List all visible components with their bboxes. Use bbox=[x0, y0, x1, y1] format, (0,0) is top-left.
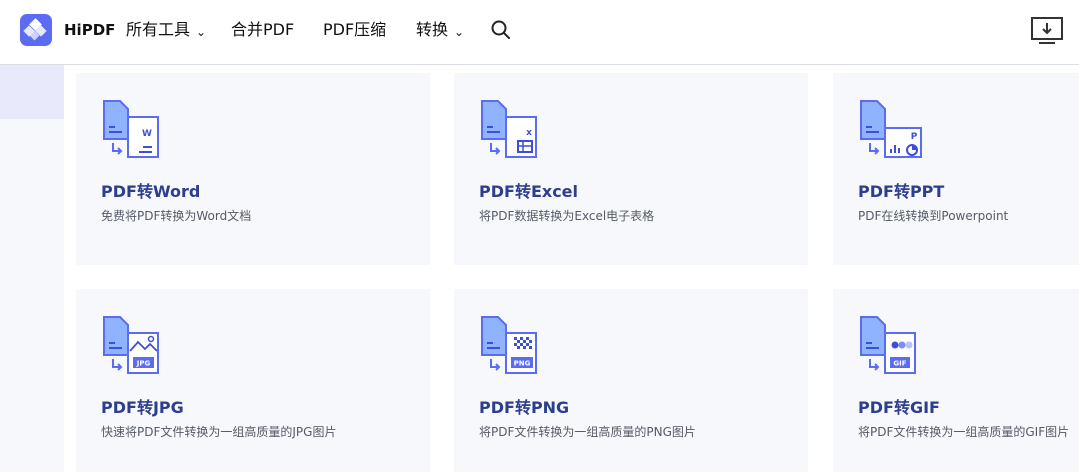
hipdf-logo[interactable] bbox=[20, 14, 52, 46]
left-sidebar bbox=[0, 65, 64, 472]
nav-convert-label: 转换 bbox=[416, 20, 449, 39]
tool-description: 将PDF数据转换为Excel电子表格 bbox=[479, 209, 655, 223]
tool-title: PDF转Word bbox=[101, 182, 201, 201]
tool-description: 快速将PDF文件转换为一组高质量的JPG图片 bbox=[101, 425, 337, 439]
tool-title: PDF转GIF bbox=[858, 398, 940, 417]
pdf-to-ppt-icon: P bbox=[860, 100, 922, 158]
search-icon bbox=[491, 20, 510, 39]
nav-merge-pdf-label: 合并PDF bbox=[231, 20, 295, 39]
svg-text:x: x bbox=[526, 128, 532, 138]
brand-name[interactable]: HiPDF bbox=[64, 20, 115, 40]
nav-compress-pdf-label: PDF压缩 bbox=[323, 20, 387, 39]
desktop-download-button[interactable] bbox=[1030, 16, 1064, 50]
pdf-to-gif-icon: GIF bbox=[860, 316, 916, 374]
tool-description: 免费将PDF转换为Word文档 bbox=[101, 209, 252, 223]
svg-text:JPG: JPG bbox=[136, 360, 151, 368]
tool-description: 将PDF文件转换为一组高质量的GIF图片 bbox=[858, 425, 1070, 439]
top-navbar: HiPDF 所有工具 ⌄ 合并PDF PDF压缩 转换 ⌄ bbox=[0, 0, 1079, 65]
nav-convert[interactable]: 转换 ⌄ bbox=[416, 19, 464, 42]
svg-text:W: W bbox=[142, 129, 152, 139]
tool-card-pdf-to-word[interactable]: W PDF转Word 免费将PDF转换为Word文档 bbox=[76, 73, 430, 265]
tool-title: PDF转Excel bbox=[479, 182, 579, 201]
tool-title: PDF转JPG bbox=[101, 398, 184, 417]
logo-mark-icon bbox=[23, 18, 47, 41]
tool-description: PDF在线转换到Powerpoint bbox=[858, 209, 1009, 223]
nav-all-tools[interactable]: 所有工具 ⌄ bbox=[126, 19, 206, 42]
tool-card-pdf-to-excel[interactable]: x PDF转Excel 将PDF数据转换为Excel电子表格 bbox=[454, 73, 808, 265]
svg-text:PNG: PNG bbox=[514, 360, 531, 368]
pdf-to-png-icon: PNG bbox=[481, 316, 537, 374]
tool-card-pdf-to-png[interactable]: PNG PDF转PNG 将PDF文件转换为一组高质量的PNG图片 bbox=[454, 289, 808, 472]
pdf-to-excel-icon: x bbox=[481, 100, 537, 158]
chevron-down-icon: ⌄ bbox=[454, 25, 465, 39]
pdf-to-jpg-icon: JPG bbox=[103, 316, 159, 374]
svg-text:P: P bbox=[911, 132, 918, 142]
tool-description: 将PDF文件转换为一组高质量的PNG图片 bbox=[479, 425, 696, 439]
desktop-download-icon bbox=[1031, 17, 1063, 44]
tool-title: PDF转PNG bbox=[479, 398, 570, 417]
chevron-down-icon: ⌄ bbox=[196, 25, 207, 39]
svg-text:GIF: GIF bbox=[893, 360, 906, 368]
nav-all-tools-label: 所有工具 bbox=[126, 20, 191, 39]
tool-title: PDF转PPT bbox=[858, 182, 945, 201]
sidebar-active-item[interactable] bbox=[0, 65, 64, 119]
tool-card-pdf-to-ppt[interactable]: P PDF转PPT PDF在线转换到Powerpoint bbox=[833, 73, 1079, 265]
tool-card-pdf-to-gif[interactable]: GIF PDF转GIF 将PDF文件转换为一组高质量的GIF图片 bbox=[833, 289, 1079, 472]
tool-card-pdf-to-jpg[interactable]: JPG PDF转JPG 快速将PDF文件转换为一组高质量的JPG图片 bbox=[76, 289, 430, 472]
nav-compress-pdf[interactable]: PDF压缩 bbox=[323, 19, 386, 41]
nav-merge-pdf[interactable]: 合并PDF bbox=[231, 19, 294, 41]
pdf-to-word-icon: W bbox=[103, 100, 159, 158]
search-button[interactable] bbox=[490, 19, 512, 45]
